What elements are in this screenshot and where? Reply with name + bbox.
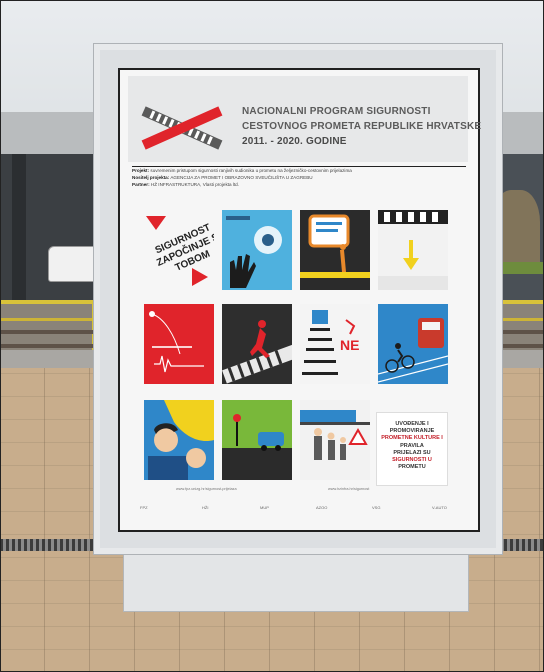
kiosk-base [123,548,469,612]
lead-text: AGENCIJA ZA PROMET I OBRAZOVNO SVEUČILIŠ… [170,174,313,180]
hand-stop-illustration [226,216,282,288]
runner-on-tracks-illustration [222,320,292,384]
train-track-illustration [302,310,356,375]
header-divider [132,166,466,167]
closing-line-5: PRIJELAZI SU [393,449,431,456]
partner-label: Partner: [132,181,150,187]
poster-tile-phone [300,210,370,290]
red-triangle-icon [146,216,166,230]
slogan-tile: SIGURNOST ZAPOČINJE S TOBOM [144,210,214,290]
poster-tile-hand [222,210,292,290]
crossing-arrow-illustration [378,210,448,290]
canopy-pillar [12,154,26,304]
closing-message-tile: UVOĐENJE I PROMOVIRANJE PROMETNE KULTURE… [376,412,448,486]
safety-poster: NACIONALNI PROGRAM SIGURNOSTI CESTOVNOG … [118,68,481,532]
project-info: Projekt: suvremenim pristupom sigurnosti… [132,168,466,188]
closing-line-1: UVOĐENJE I [395,421,429,427]
closing-line-7: PROMETU [398,464,426,471]
ne-text: NE [340,337,360,353]
closing-line-3: PROMETNE KULTURE I [381,435,443,442]
closing-line-2: PROMOVIRANJE [389,428,435,435]
poster-tile-runner [222,304,292,384]
partner-logos: FPZ HŽI MUP AZOO VSG V-AUTO [132,502,466,516]
poster-tile-car [222,400,292,480]
title-line-1: NACIONALNI PROGRAM SIGURNOSTI [242,106,431,117]
driver-illustration [148,400,214,480]
closing-line-4: PRAVILA [400,442,424,449]
title-line-2: CESTOVNOG PROMETA REPUBLIKE HRVATSKE [242,121,482,132]
poster-tile-cyclist [378,304,448,384]
family-at-crossing-illustration [300,410,370,460]
poster-tile-family [300,400,370,480]
red-arrow-icon [192,268,208,286]
project-label: Projekt: [132,168,150,173]
partner-logo: VSG [372,505,381,510]
phone-warning-illustration [300,214,370,278]
railway-crossing-logo [141,106,223,150]
lead-label: Nositelj projekta: [132,174,170,180]
partner-logo: HŽI [202,505,209,510]
car-at-crossing-illustration [222,414,292,480]
footer-url-left: www.fpz.unizg.hr/sigurnost-prijelaza [176,487,237,491]
footer-url-right: www.hzinfra.hr/sigurnost [328,487,370,491]
poster-header: NACIONALNI PROGRAM SIGURNOSTI CESTOVNOG … [128,76,481,162]
title-line-3: 2011. - 2020. GODINE [242,136,347,147]
partner-logo: V-AUTO [432,505,447,510]
poster-tile-red-wave [144,304,214,384]
poster-tile-crossing [378,210,448,290]
partner-logo: FPZ [140,505,148,510]
closing-line-6: SIGURNOSTI U [392,457,432,464]
sound-wave-illustration [149,311,204,373]
photo-scene: NACIONALNI PROGRAM SIGURNOSTI CESTOVNOG … [0,0,544,672]
partner-logo: AZOO [316,505,328,510]
partner-text: HŽ INFRASTRUKTURA, Vlasti projekta ltd. [150,181,239,187]
cyclist-train-illustration [378,318,448,383]
project-text: suvremenim pristupom sigurnosti ranjivih… [150,168,352,173]
partner-logo: MUP [260,505,269,510]
poster-footer-urls: www.fpz.unizg.hr/sigurnost-prijelaza www… [132,487,466,495]
poster-title: NACIONALNI PROGRAM SIGURNOSTI CESTOVNOG … [242,104,482,149]
poster-tile-ne: NE [300,304,370,384]
poster-tile-driver [144,400,214,480]
